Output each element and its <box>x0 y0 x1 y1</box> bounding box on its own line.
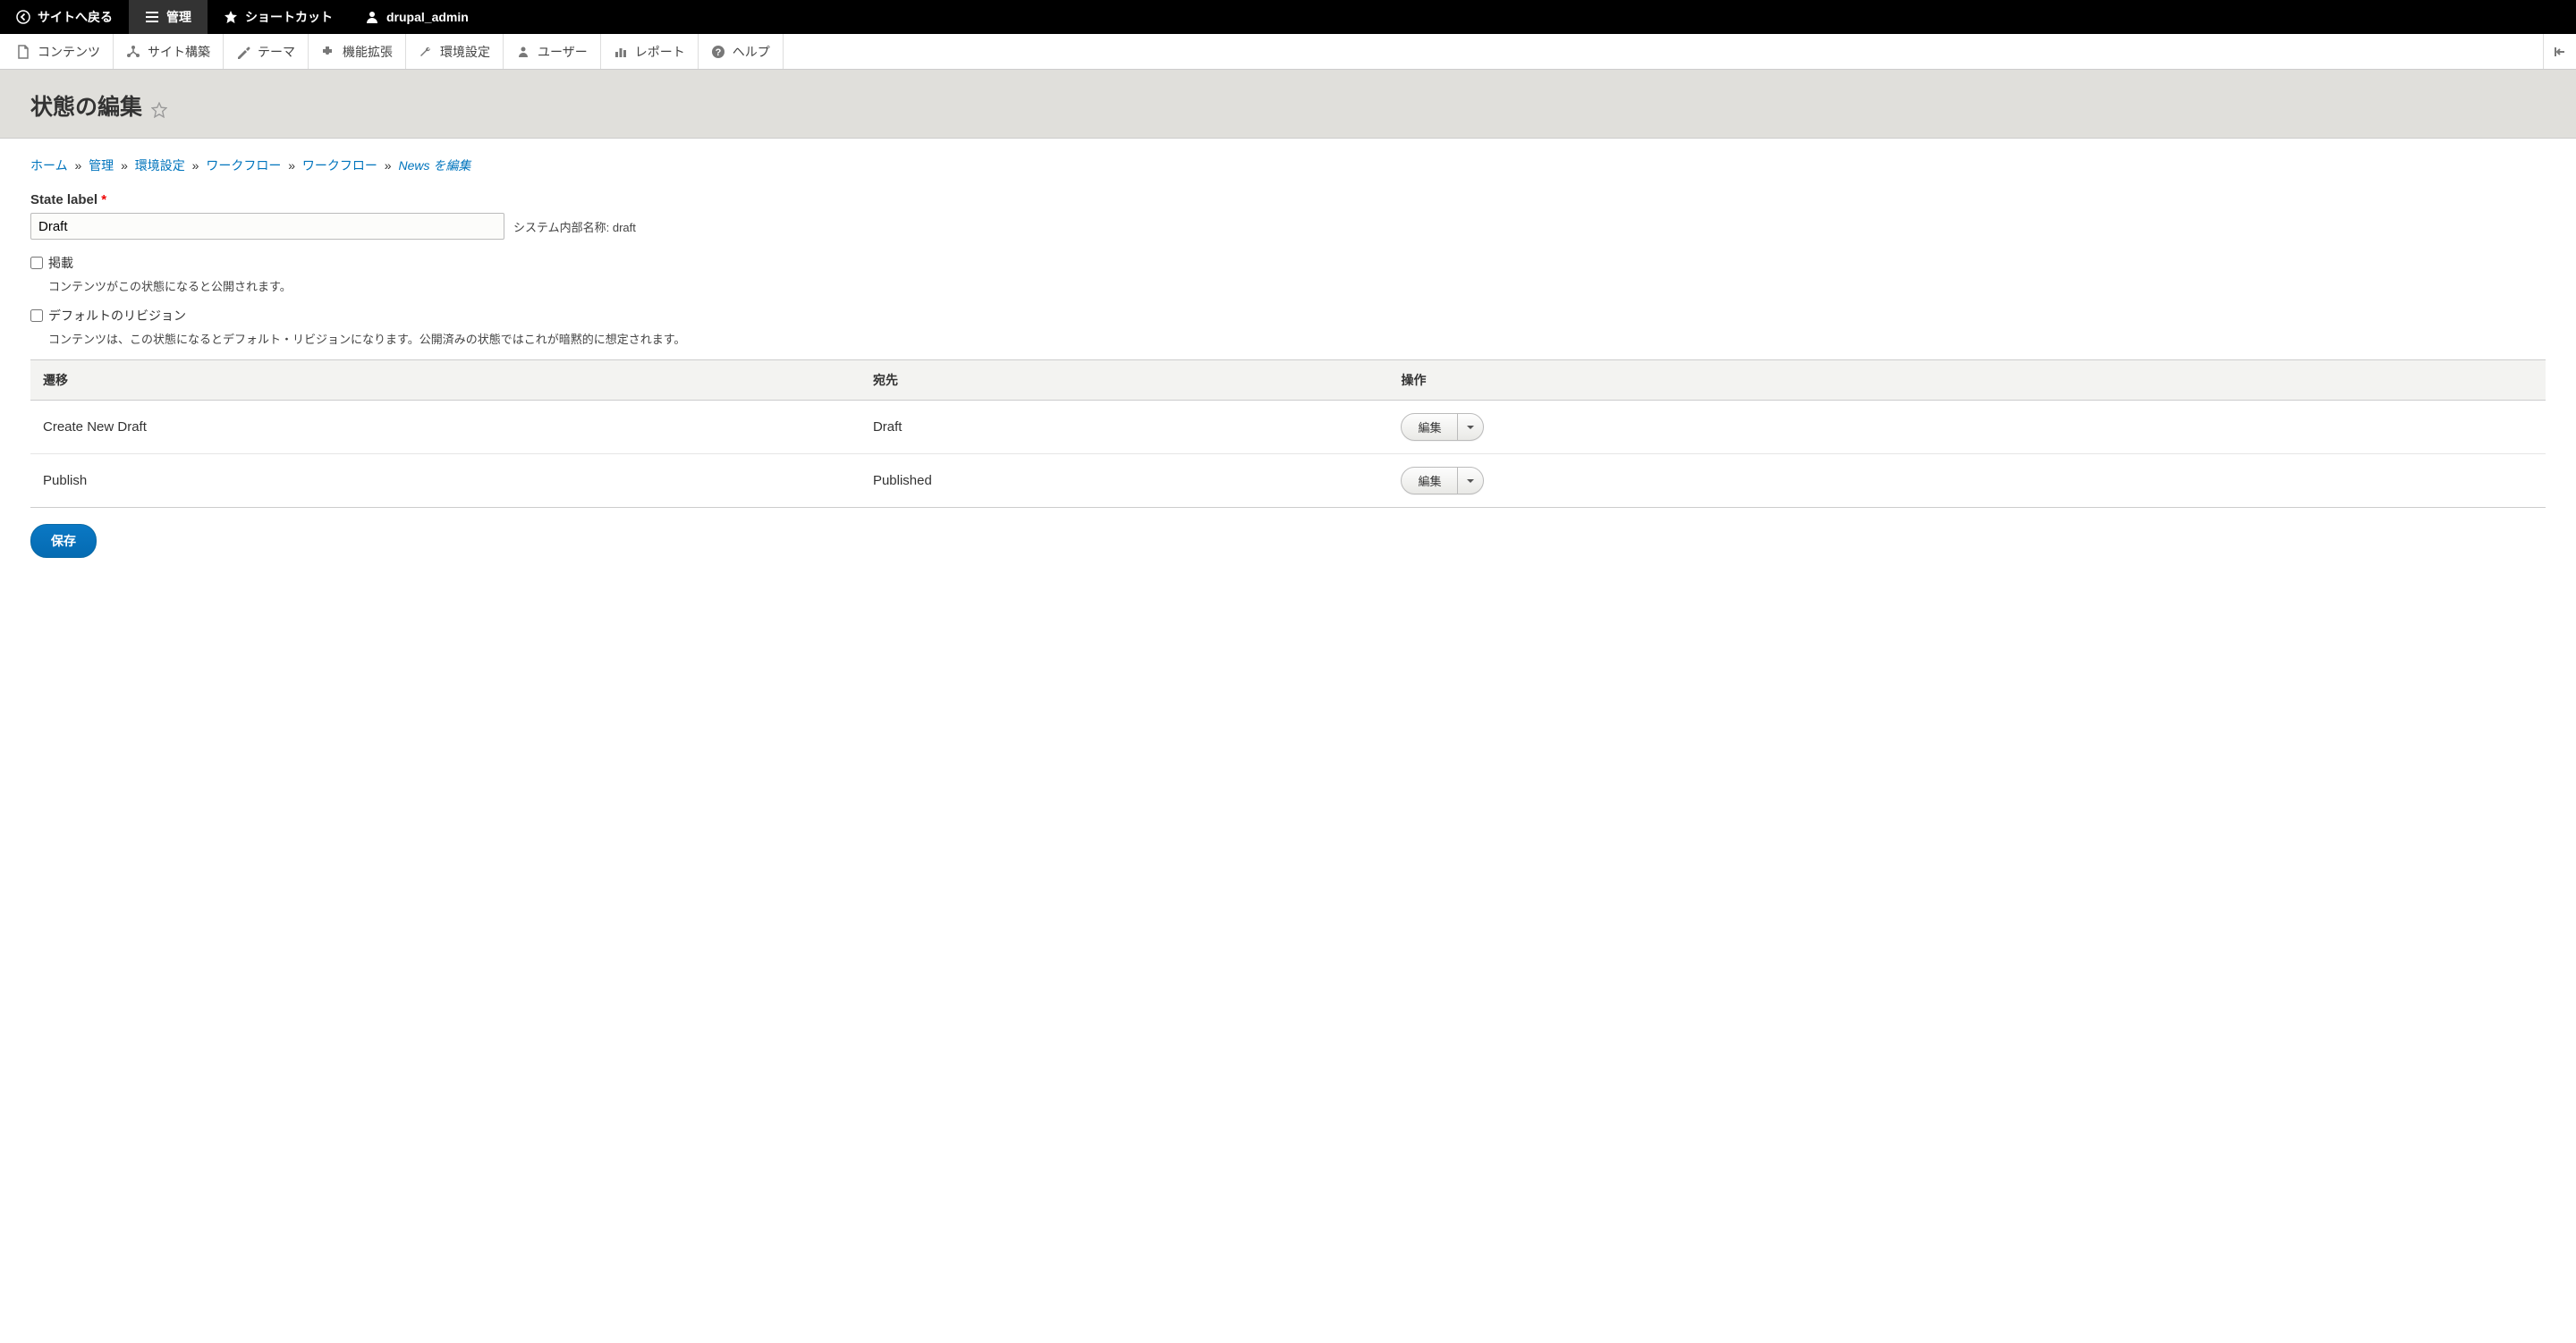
toolbar-user-label: drupal_admin <box>386 10 469 24</box>
user-icon <box>365 10 379 24</box>
admin-extend-label: 機能拡張 <box>343 43 393 61</box>
machine-name-value: draft <box>613 221 636 234</box>
default-revision-label[interactable]: デフォルトのリビジョン <box>48 307 186 325</box>
transitions-table: 遷移 宛先 操作 Create New Draft Draft 編集 <box>30 359 2546 508</box>
cell-to: Draft <box>860 401 1389 454</box>
reports-icon <box>614 45 628 59</box>
admin-structure[interactable]: サイト構築 <box>114 34 224 69</box>
breadcrumb-sep: » <box>121 158 128 173</box>
published-description: コンテンツがこの状態になると公開されます。 <box>48 277 2546 294</box>
default-revision-checkbox[interactable] <box>30 309 43 322</box>
breadcrumb-home[interactable]: ホーム <box>30 158 68 173</box>
th-transition: 遷移 <box>30 360 860 401</box>
edit-button[interactable]: 編集 <box>1402 414 1458 440</box>
shortcut-star-icon[interactable] <box>151 102 167 121</box>
breadcrumb-sep: » <box>192 158 199 173</box>
page-title-region: 状態の編集 <box>0 70 2576 139</box>
toolbar-user[interactable]: drupal_admin <box>349 0 485 34</box>
toolbar-shortcuts[interactable]: ショートカット <box>208 0 349 34</box>
breadcrumb-manage[interactable]: 管理 <box>89 158 114 173</box>
admin-collapse[interactable] <box>2543 34 2576 69</box>
breadcrumb-sep: » <box>74 158 81 173</box>
admin-people[interactable]: ユーザー <box>504 34 601 69</box>
chevron-down-icon <box>1467 477 1474 485</box>
help-icon: ? <box>711 45 725 59</box>
state-label-text: State label <box>30 192 97 207</box>
structure-icon <box>126 45 140 59</box>
star-icon <box>224 10 238 24</box>
admin-config[interactable]: 環境設定 <box>406 34 504 69</box>
svg-text:?: ? <box>715 47 721 58</box>
admin-reports-label: レポート <box>635 43 685 61</box>
content-icon <box>16 45 30 59</box>
admin-people-label: ユーザー <box>538 43 588 61</box>
cell-operations: 編集 <box>1388 454 2546 508</box>
admin-help[interactable]: ? ヘルプ <box>699 34 784 69</box>
table-row: Publish Published 編集 <box>30 454 2546 508</box>
state-label-field: State label * システム内部名称: draft <box>30 192 2546 240</box>
admin-appearance[interactable]: テーマ <box>224 34 309 69</box>
dropbutton-toggle[interactable] <box>1458 414 1483 440</box>
content-region: ホーム » 管理 » 環境設定 » ワークフロー » ワークフロー » News… <box>0 139 2576 576</box>
th-operations: 操作 <box>1388 360 2546 401</box>
cell-to: Published <box>860 454 1389 508</box>
default-revision-description: コンテンツは、この状態になるとデフォルト・リビジョンになります。公開済みの状態で… <box>48 330 2546 347</box>
breadcrumb-edit-news[interactable]: News を編集 <box>398 158 470 173</box>
admin-structure-label: サイト構築 <box>148 43 210 61</box>
breadcrumb: ホーム » 管理 » 環境設定 » ワークフロー » ワークフロー » News… <box>30 156 2546 174</box>
edit-button[interactable]: 編集 <box>1402 468 1458 494</box>
config-icon <box>419 45 433 59</box>
breadcrumb-config[interactable]: 環境設定 <box>135 158 185 173</box>
admin-config-label: 環境設定 <box>440 43 490 61</box>
th-to: 宛先 <box>860 360 1389 401</box>
breadcrumb-sep: » <box>288 158 295 173</box>
breadcrumb-workflow[interactable]: ワークフロー <box>206 158 281 173</box>
dropbutton: 編集 <box>1401 467 1484 494</box>
people-icon <box>516 45 530 59</box>
breadcrumb-sep: » <box>385 158 392 173</box>
toolbar-manage-label: 管理 <box>166 8 191 26</box>
dropbutton: 編集 <box>1401 413 1484 441</box>
admin-reports[interactable]: レポート <box>601 34 699 69</box>
collapse-icon <box>2553 45 2567 59</box>
state-label-label: State label * <box>30 192 2546 207</box>
cell-transition: Create New Draft <box>30 401 860 454</box>
default-revision-field: デフォルトのリビジョン コンテンツは、この状態になるとデフォルト・リビジョンにな… <box>30 307 2546 347</box>
admin-extend[interactable]: 機能拡張 <box>309 34 406 69</box>
toolbar-shortcuts-label: ショートカット <box>245 8 333 26</box>
admin-content[interactable]: コンテンツ <box>0 34 114 69</box>
admin-help-label: ヘルプ <box>733 43 770 61</box>
extend-icon <box>321 45 335 59</box>
published-label[interactable]: 掲載 <box>48 254 73 272</box>
published-checkbox[interactable] <box>30 257 43 269</box>
appearance-icon <box>236 45 250 59</box>
admin-menu: コンテンツ サイト構築 テーマ 機能拡張 環境設定 ユーザー レポート <box>0 34 2576 70</box>
save-button[interactable]: 保存 <box>30 524 97 558</box>
state-label-input[interactable] <box>30 213 504 240</box>
machine-name: システム内部名称: draft <box>513 218 636 235</box>
table-row: Create New Draft Draft 編集 <box>30 401 2546 454</box>
admin-appearance-label: テーマ <box>258 43 295 61</box>
dropbutton-toggle[interactable] <box>1458 468 1483 494</box>
page-title: 状態の編集 <box>30 89 142 122</box>
breadcrumb-workflow2[interactable]: ワークフロー <box>302 158 377 173</box>
admin-content-label: コンテンツ <box>38 43 100 61</box>
cell-transition: Publish <box>30 454 860 508</box>
published-field: 掲載 コンテンツがこの状態になると公開されます。 <box>30 254 2546 294</box>
chevron-down-icon <box>1467 424 1474 431</box>
toolbar-back-label: サイトへ戻る <box>38 8 113 26</box>
toolbar-manage[interactable]: 管理 <box>129 0 208 34</box>
machine-name-prefix: システム内部名称: <box>513 221 609 234</box>
hamburger-icon <box>145 10 159 24</box>
cell-operations: 編集 <box>1388 401 2546 454</box>
back-icon <box>16 10 30 24</box>
toolbar-back[interactable]: サイトへ戻る <box>0 0 129 34</box>
toolbar-top: サイトへ戻る 管理 ショートカット drupal_admin <box>0 0 2576 34</box>
required-mark: * <box>101 192 106 207</box>
